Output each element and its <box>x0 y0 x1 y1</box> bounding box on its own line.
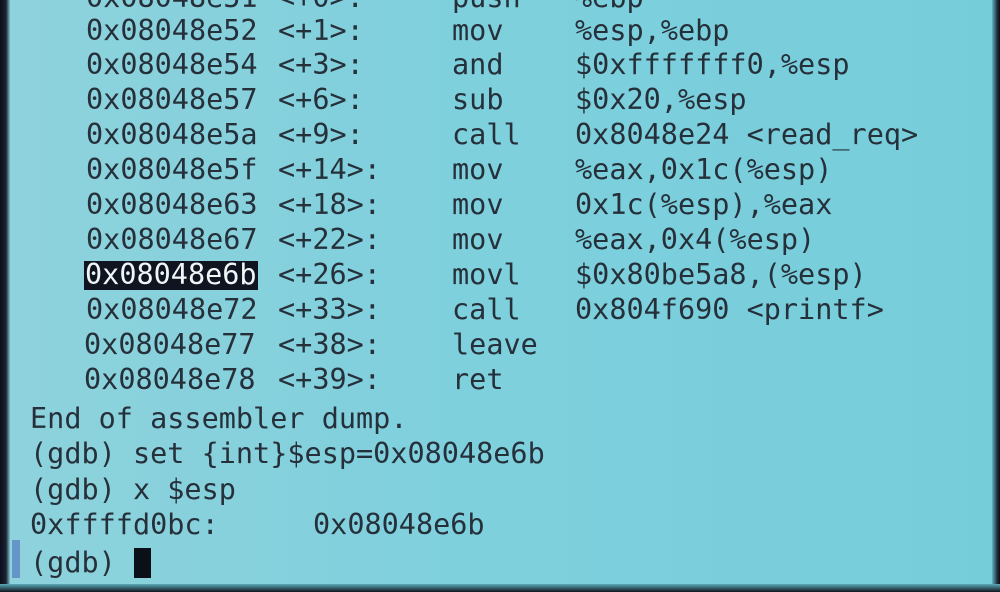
asm-operands: %eax,0x4(%esp) <box>575 223 816 256</box>
asm-offset: <+9>: <box>278 118 364 151</box>
memory-address: 0xffffd0bc: <box>30 508 219 541</box>
asm-address[interactable]: 0x08048e54 <box>86 50 258 80</box>
asm-address[interactable]: 0x08048e51 <box>86 0 258 13</box>
selected-address[interactable]: 0x08048e6b <box>84 260 258 290</box>
asm-address[interactable]: 0x08048e52 <box>86 16 258 46</box>
asm-row-selected: 0x08048e6b <+26>: movl $0x80be5a8,(%esp) <box>0 260 867 293</box>
asm-offset: <+18>: <box>278 188 381 221</box>
asm-row: 0x08048e63 <+18>: mov 0x1c(%esp),%eax <box>0 190 832 223</box>
monitor-bezel-bottom <box>0 584 1000 592</box>
asm-address[interactable]: 0x08048e63 <box>86 190 258 220</box>
asm-operands: 0x1c(%esp),%eax <box>575 188 833 221</box>
memory-output-line: 0xffffd0bc: 0x08048e6b <box>30 508 630 543</box>
asm-mnemonic: leave <box>452 328 538 361</box>
asm-offset: <+0>: <box>278 0 364 13</box>
asm-operands: $0x80be5a8,(%esp) <box>575 258 867 291</box>
asm-offset: <+22>: <box>278 223 381 256</box>
asm-address[interactable]: 0x08048e5a <box>86 120 258 150</box>
text-cursor[interactable] <box>134 548 151 578</box>
asm-mnemonic: mov <box>452 14 504 47</box>
asm-row: 0x08048e77 <+38>: leave <box>0 330 538 363</box>
asm-row: 0x08048e52 <+1>: mov %esp,%ebp <box>0 16 729 49</box>
asm-address[interactable]: 0x08048e57 <box>86 85 258 115</box>
asm-address[interactable]: 0x08048e67 <box>86 225 258 255</box>
asm-offset: <+26>: <box>278 258 381 291</box>
asm-address[interactable]: 0x08048e5f <box>86 155 258 185</box>
asm-offset: <+38>: <box>278 328 381 361</box>
asm-offset: <+14>: <box>278 153 381 186</box>
asm-row: 0x08048e67 <+22>: mov %eax,0x4(%esp) <box>0 225 815 258</box>
asm-mnemonic: mov <box>452 153 504 186</box>
asm-operands: %ebp <box>575 0 644 13</box>
asm-mnemonic: mov <box>452 223 504 256</box>
asm-operands: 0x804f690 <printf> <box>575 293 884 326</box>
asm-row: 0x08048e72 <+33>: call 0x804f690 <printf… <box>0 295 884 328</box>
asm-mnemonic: push <box>452 0 521 13</box>
asm-operands: %esp,%ebp <box>575 14 730 47</box>
asm-mnemonic: movl <box>452 258 521 291</box>
asm-row: 0x08048e54 <+3>: and $0xfffffff0,%esp <box>0 50 850 83</box>
asm-mnemonic: call <box>452 293 521 326</box>
asm-offset: <+33>: <box>278 293 381 326</box>
asm-mnemonic: call <box>452 118 521 151</box>
memory-value: 0x08048e6b <box>313 508 485 541</box>
gdb-command-set: (gdb) set {int}$esp=0x08048e6b <box>30 437 545 470</box>
asm-offset: <+39>: <box>278 363 381 396</box>
asm-row: 0x08048e78 <+39>: ret <box>0 365 503 398</box>
asm-mnemonic: and <box>452 48 504 81</box>
end-of-dump-text: End of assembler dump. <box>30 402 408 435</box>
asm-offset: <+3>: <box>278 48 364 81</box>
asm-address[interactable]: 0x08048e72 <box>86 295 258 325</box>
asm-address[interactable]: 0x08048e78 <box>84 365 256 395</box>
asm-operands: 0x8048e24 <read_req> <box>575 118 919 151</box>
asm-operands: $0xfffffff0,%esp <box>575 48 850 81</box>
asm-operands: $0x20,%esp <box>575 83 747 116</box>
asm-offset: <+6>: <box>278 83 364 116</box>
gdb-prompt: (gdb) <box>30 546 133 579</box>
gdb-command-examine: (gdb) x $esp <box>30 473 236 506</box>
asm-mnemonic: mov <box>452 188 504 221</box>
monitor-bezel-right <box>992 0 1000 592</box>
asm-offset: <+1>: <box>278 14 364 47</box>
asm-row: 0x08048e5f <+14>: mov %eax,0x1c(%esp) <box>0 155 832 188</box>
asm-address[interactable]: 0x08048e77 <box>84 330 256 360</box>
scroll-indicator[interactable] <box>12 540 20 578</box>
terminal-screen: 0x08048e51 <+0>: push %ebp 0x08048e52 <+… <box>0 0 1000 592</box>
asm-mnemonic: ret <box>452 363 504 396</box>
asm-operands: %eax,0x1c(%esp) <box>575 153 833 186</box>
asm-mnemonic: sub <box>452 83 504 116</box>
asm-row: 0x08048e5a <+9>: call 0x8048e24 <read_re… <box>0 120 918 153</box>
asm-row: 0x08048e57 <+6>: sub $0x20,%esp <box>0 85 747 118</box>
